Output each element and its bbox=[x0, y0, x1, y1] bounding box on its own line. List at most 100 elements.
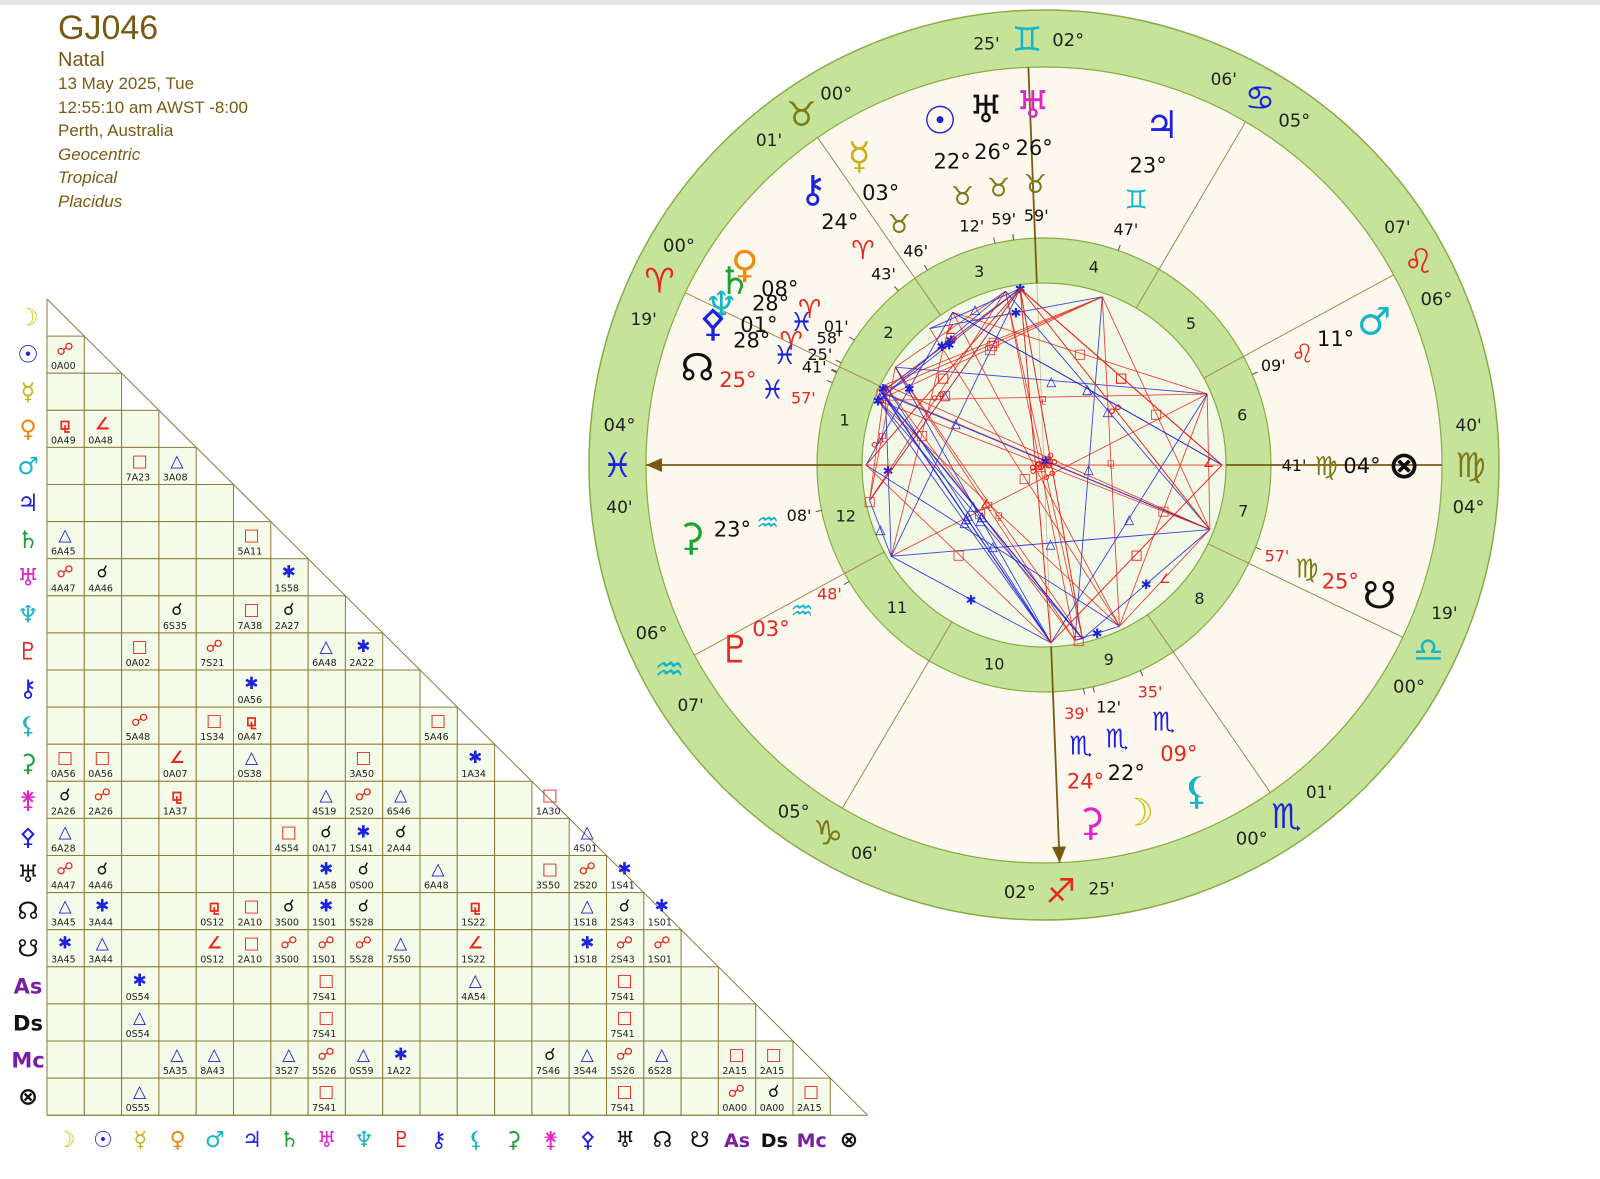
planet-sign-part-of-fortune: ♍ bbox=[1314, 452, 1337, 482]
planet-minute-vertex: 59' bbox=[991, 209, 1016, 228]
planet-sign-pluto: ♒ bbox=[790, 597, 813, 627]
planet-sign-moon: ♏ bbox=[1105, 724, 1128, 754]
aspect-line-glyph: ✱ bbox=[944, 339, 955, 354]
house-number-10: 10 bbox=[984, 654, 1004, 673]
house-number-6: 6 bbox=[1237, 406, 1247, 425]
cusp-sign-6: ♌ bbox=[1403, 242, 1433, 282]
planet-minute-north-node: 57' bbox=[791, 388, 816, 407]
cusp-degree-11: 05° bbox=[778, 801, 810, 822]
planet-degree-part-of-fortune: 04° bbox=[1343, 454, 1380, 478]
planet-degree-north-node: 25° bbox=[719, 368, 756, 392]
zodiac-type: Tropical bbox=[58, 168, 118, 187]
aspect-line-glyph: ⚼ bbox=[1106, 456, 1115, 471]
planet-glyph-south-node: ☋ bbox=[1363, 574, 1397, 618]
chart-info-panel: GJ046 Natal 13 May 2025, Tue 12:55:10 am… bbox=[58, 8, 248, 213]
aspect-line-glyph: ✱ bbox=[1141, 578, 1152, 593]
planet-glyph-moon: ☽ bbox=[1120, 791, 1154, 835]
planet-sign-mars: ♌ bbox=[1291, 339, 1314, 369]
planet-degree-pluto: 03° bbox=[752, 617, 789, 641]
aspect-line-glyph: ∠ bbox=[1203, 456, 1215, 471]
aspect-line-glyph: △ bbox=[1082, 383, 1092, 398]
planet-sign-jupiter: ♊ bbox=[1125, 186, 1148, 216]
planet-minute-lilith: 35' bbox=[1138, 682, 1163, 701]
aspect-line-glyph: △ bbox=[960, 516, 970, 531]
cusp-minute-10: 25' bbox=[1088, 880, 1114, 900]
house-number-5: 5 bbox=[1186, 314, 1196, 333]
aspect-line-glyph: □ bbox=[863, 495, 875, 510]
house-number-1: 1 bbox=[840, 411, 850, 430]
planet-minute-juno: 08' bbox=[787, 506, 812, 525]
planet-sign-mercury: ♉ bbox=[888, 210, 911, 240]
chart-name: GJ046 bbox=[58, 9, 159, 47]
cusp-sign-12: ♒ bbox=[654, 650, 684, 690]
planet-minute-uranus: 59' bbox=[1024, 206, 1049, 225]
planet-minute-ceres: 39' bbox=[1064, 704, 1089, 723]
cusp-degree-7: 04° bbox=[1453, 497, 1485, 518]
planet-glyph-saturn: ♄ bbox=[717, 259, 751, 303]
cusp-minute-11: 06' bbox=[851, 844, 877, 864]
planet-sign-sun: ♉ bbox=[951, 182, 974, 212]
planet-sign-ceres: ♏ bbox=[1069, 732, 1092, 762]
planet-sign-north-node: ♓ bbox=[761, 376, 784, 406]
planet-sign-saturn: ♓ bbox=[790, 308, 813, 338]
planet-degree-lilith: 09° bbox=[1160, 742, 1197, 766]
cusp-degree-3: 00° bbox=[820, 84, 852, 105]
birth-date: 13 May 2025, Tue bbox=[58, 74, 195, 93]
cusp-sign-2: ♈ bbox=[644, 261, 674, 301]
cusp-minute-3: 01' bbox=[756, 131, 782, 151]
house-number-12: 12 bbox=[836, 506, 856, 525]
cusp-sign-5: ♋ bbox=[1245, 78, 1275, 118]
planet-glyph-north-node: ☊ bbox=[681, 346, 715, 390]
cusp-degree-4: 02° bbox=[1052, 30, 1084, 51]
aspect-line-glyph: ✱ bbox=[966, 594, 977, 609]
aspect-line-glyph: ☍ bbox=[1037, 459, 1050, 474]
house-system: Placidus bbox=[58, 191, 123, 211]
aspect-line-glyph: △ bbox=[875, 522, 885, 537]
cusp-degree-12: 06° bbox=[636, 623, 668, 644]
aspect-line-glyph: □ bbox=[1074, 347, 1086, 362]
planet-minute-moon: 12' bbox=[1096, 697, 1121, 716]
planet-sign-south-node: ♍ bbox=[1295, 554, 1318, 584]
house-number-2: 2 bbox=[883, 323, 893, 342]
cusp-sign-3: ♉ bbox=[786, 95, 816, 135]
aspect-line-glyph: □ bbox=[952, 548, 964, 563]
house-number-11: 11 bbox=[887, 598, 907, 617]
cusp-degree-5: 05° bbox=[1278, 111, 1310, 132]
aspect-line-glyph: □ bbox=[937, 371, 949, 386]
house-number-3: 3 bbox=[974, 262, 984, 281]
planet-degree-jupiter: 23° bbox=[1129, 154, 1166, 178]
aspect-line-glyph: △ bbox=[975, 514, 985, 529]
cusp-degree-8: 00° bbox=[1393, 677, 1425, 698]
planet-degree-pallas: 28° bbox=[733, 329, 770, 353]
aspect-line-glyph: △ bbox=[1046, 375, 1056, 390]
cusp-minute-4: 25' bbox=[973, 34, 999, 54]
planet-minute-sun: 12' bbox=[959, 217, 984, 236]
planet-degree-south-node: 25° bbox=[1322, 569, 1359, 593]
planet-degree-mercury: 03° bbox=[862, 181, 899, 205]
aspect-line-glyph: ✱ bbox=[1011, 307, 1022, 322]
cusp-minute-9: 01' bbox=[1306, 783, 1332, 803]
cusp-degree-10: 02° bbox=[1004, 882, 1036, 903]
house-number-4: 4 bbox=[1089, 258, 1099, 277]
aspect-line-glyph: □ bbox=[1115, 371, 1127, 386]
planet-degree-ceres: 24° bbox=[1067, 769, 1104, 793]
aspect-line-glyph: □ bbox=[984, 343, 996, 358]
planet-degree-saturn: 28° bbox=[752, 292, 789, 316]
cusp-degree-6: 06° bbox=[1420, 289, 1452, 310]
planet-degree-chiron: 24° bbox=[821, 210, 858, 234]
chart-type: Natal bbox=[58, 49, 105, 71]
planet-sign-uranus: ♉ bbox=[1024, 170, 1047, 200]
planet-degree-mars: 11° bbox=[1317, 327, 1354, 351]
cusp-sign-10: ♐ bbox=[1046, 872, 1076, 912]
planet-glyph-ceres: ⚳ bbox=[1077, 800, 1105, 844]
zodiac-center: Geocentric bbox=[58, 144, 141, 164]
planet-degree-moon: 22° bbox=[1108, 761, 1145, 785]
house-number-7: 7 bbox=[1238, 501, 1248, 520]
planet-minute-chiron: 43' bbox=[871, 264, 896, 283]
cusp-sign-1: ♓ bbox=[602, 446, 632, 486]
planet-glyph-jupiter: ♃ bbox=[1145, 103, 1179, 147]
cusp-degree-2: 00° bbox=[663, 235, 695, 256]
planet-sign-pallas: ♓ bbox=[773, 341, 796, 371]
cusp-sign-4: ♊ bbox=[1012, 20, 1042, 60]
cusp-minute-6: 07' bbox=[1384, 218, 1410, 238]
